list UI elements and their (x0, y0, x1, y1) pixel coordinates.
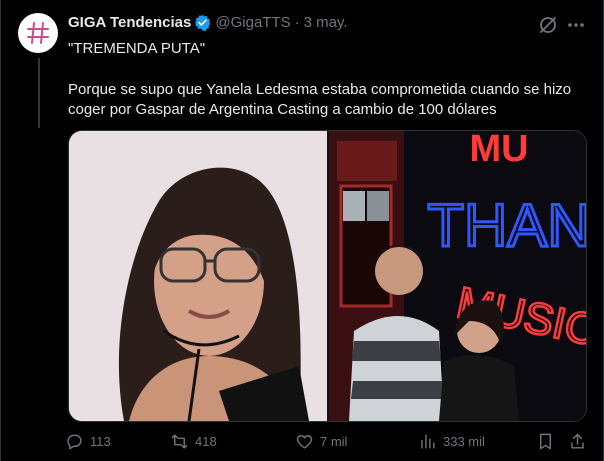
repost-button[interactable]: 418 (170, 432, 217, 451)
more-icon[interactable] (565, 14, 587, 36)
reply-count: 113 (90, 434, 111, 449)
views-count: 333 mil (443, 434, 485, 449)
author-handle[interactable]: @GigaTTS (215, 14, 290, 31)
views-icon (421, 434, 435, 449)
portrait-photo (69, 131, 327, 421)
neon-sign-middle: THAN (427, 192, 586, 259)
tweet-date[interactable]: 3 may. (304, 14, 348, 31)
couple-neon-photo: MU THAN MUSIC (329, 131, 586, 421)
share-button[interactable] (568, 432, 593, 451)
reply-button[interactable]: 113 (65, 432, 111, 451)
views-button[interactable]: 333 mil (418, 432, 485, 451)
separator-dot: · (294, 14, 300, 31)
tweet-header: GIGA Tendencias @GigaTTS · 3 may. (68, 14, 348, 31)
timeline-border-left (0, 0, 1, 461)
author-name[interactable]: GIGA Tendencias (68, 14, 191, 31)
bookmark-icon (540, 433, 551, 450)
repost-icon (171, 434, 188, 449)
like-button[interactable]: 7 mil (295, 432, 347, 451)
grok-icon[interactable] (537, 14, 559, 36)
media-photo-left[interactable] (69, 131, 327, 421)
repost-count: 418 (195, 434, 217, 449)
thread-connector (38, 58, 40, 128)
like-icon (296, 434, 313, 449)
reply-icon (67, 434, 82, 450)
bookmark-button[interactable] (536, 432, 561, 451)
share-icon (571, 433, 584, 449)
hashtag-logo-icon (27, 22, 49, 44)
tweet-actions: 113 418 7 mil 333 mil (60, 432, 590, 454)
verified-badge-icon (195, 14, 211, 31)
neon-sign-top: MU (469, 131, 528, 170)
media-photo-right[interactable]: MU THAN MUSIC (329, 131, 586, 421)
tweet-text: Porque se supo que Yanela Ledesma estaba… (68, 81, 572, 118)
avatar[interactable] (18, 13, 58, 53)
like-count: 7 mil (320, 434, 348, 449)
tweet-title-line: "TREMENDA PUTA" (68, 40, 206, 57)
tweet-media[interactable]: MU THAN MUSIC (68, 130, 587, 422)
